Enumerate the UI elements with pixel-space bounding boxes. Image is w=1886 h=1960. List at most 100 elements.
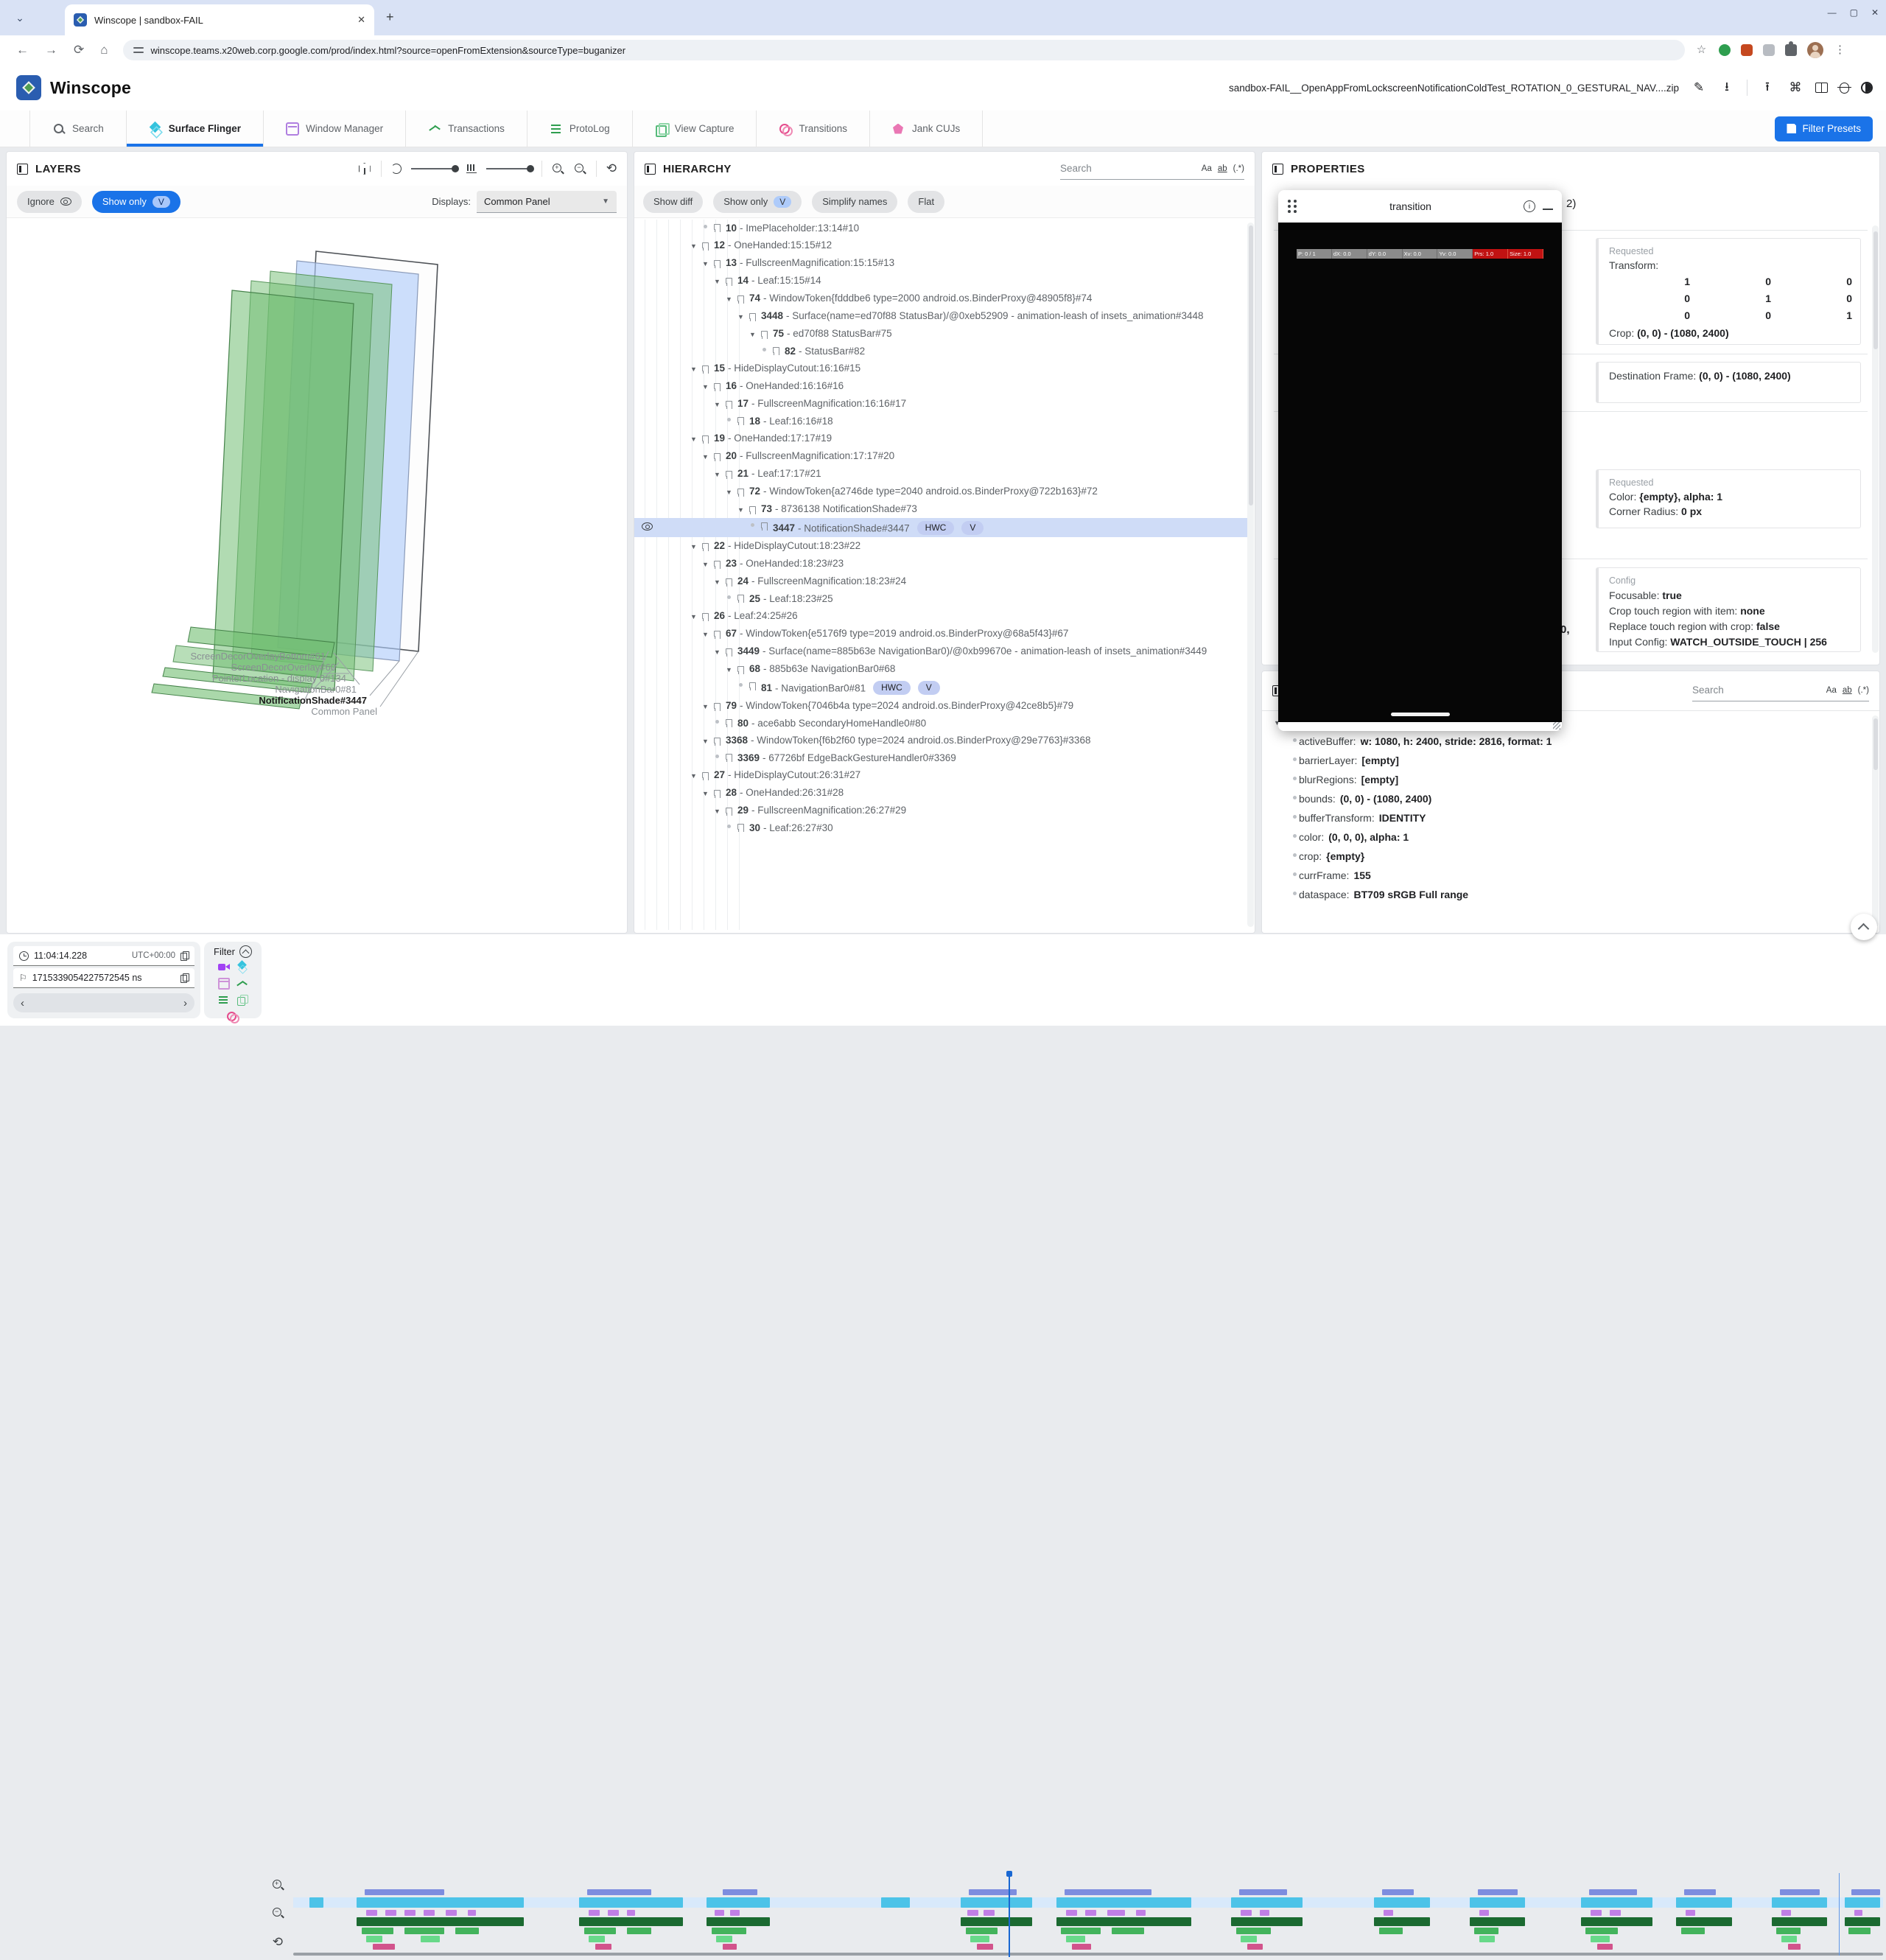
extension-icon-gray[interactable] [1763,44,1775,56]
trace-segment[interactable] [1585,1928,1617,1934]
track-sf-band[interactable] [293,1897,1883,1908]
tab-jank-cujs[interactable]: Jank CUJs [870,111,983,147]
property-row-crop[interactable]: crop:{empty} [1262,847,1879,866]
trace-segment[interactable] [984,1910,995,1916]
match-word-icon[interactable]: ab [1843,686,1852,695]
simplify-names-chip[interactable]: Simplify names [812,191,897,213]
trace-segment[interactable] [1382,1889,1414,1895]
trace-segment[interactable] [1470,1897,1526,1908]
hierarchy-node-72[interactable]: ▼72- WindowToken{a2746de type=2040 andro… [634,483,1247,500]
extension-icon-green[interactable] [1719,44,1731,56]
info-icon[interactable]: i [1524,200,1535,212]
track-purple[interactable] [293,1910,1883,1916]
track-slate[interactable] [293,1889,1883,1895]
hierarchy-node-3368[interactable]: ▼3368- WindowToken{f6b2f60 type=2024 and… [634,732,1247,749]
trace-segment[interactable] [1112,1928,1143,1934]
trace-segment[interactable] [362,1928,393,1934]
expand-arrow-icon[interactable]: ▼ [702,258,709,270]
timeline-range-end-marker[interactable] [1839,1873,1840,1956]
drag-handle-icon[interactable] [1287,199,1297,214]
trace-segment[interactable] [1066,1936,1085,1942]
trace-segment[interactable] [404,1910,416,1916]
trace-segment[interactable] [1479,1910,1489,1916]
property-row-activeBuffer[interactable]: activeBuffer:w: 1080, h: 2400, stride: 2… [1262,732,1879,751]
pin-icon[interactable] [761,522,768,531]
dark-mode-icon[interactable] [1861,82,1873,94]
visibility-eye-icon[interactable] [642,522,653,531]
trace-segment[interactable] [627,1928,651,1934]
pin-icon[interactable] [726,578,732,587]
trace-segment[interactable] [1374,1897,1430,1908]
trace-segment[interactable] [579,1897,682,1908]
expand-arrow-icon[interactable]: ▼ [737,504,745,516]
pin-icon[interactable] [737,489,744,497]
extensions-puzzle-icon[interactable] [1785,44,1797,56]
trace-segment[interactable] [961,1917,1032,1926]
trace-segment[interactable] [1781,1910,1791,1916]
trace-segment[interactable] [1478,1889,1518,1895]
hierarchy-node-19[interactable]: ▼19- OneHanded:17:17#19 [634,430,1247,447]
hierarchy-node-13[interactable]: ▼13- FullscreenMagnification:15:15#13 [634,254,1247,272]
track-pink[interactable] [293,1944,1883,1950]
surface-flinger-trace-icon[interactable] [236,962,248,973]
trace-segment[interactable] [309,1897,323,1908]
hierarchy-node-21[interactable]: ▼21- Leaf:17:17#21 [634,465,1247,483]
hierarchy-node-67[interactable]: ▼67- WindowToken{e5176f9 type=2019 andro… [634,625,1247,643]
trace-segment[interactable] [1854,1910,1862,1916]
hierarchy-node-14[interactable]: ▼14- Leaf:15:15#14 [634,272,1247,290]
pin-icon[interactable] [702,613,709,621]
hierarchy-node-16[interactable]: ▼16- OneHanded:16:16#16 [634,377,1247,395]
trace-segment[interactable] [716,1936,732,1942]
pin-icon[interactable] [702,435,709,444]
documentation-icon[interactable] [1815,83,1828,93]
expand-arrow-icon[interactable]: ▼ [690,363,698,375]
trace-segment[interactable] [627,1910,635,1916]
trace-segment[interactable] [424,1910,435,1916]
upload-icon[interactable]: ⭱︎ [1759,77,1775,99]
trace-segment[interactable] [1107,1910,1125,1916]
trace-segment[interactable] [1056,1917,1191,1926]
trace-segment[interactable] [1684,1889,1716,1895]
scroll-right-icon[interactable]: › [183,997,187,1009]
collapse-filter-icon[interactable] [239,945,252,958]
expand-arrow-icon[interactable]: ▼ [690,541,698,553]
trace-segment[interactable] [1845,1917,1879,1926]
trace-segment[interactable] [446,1910,457,1916]
trace-segment[interactable] [1374,1917,1430,1926]
hierarchy-node-26[interactable]: ▼26- Leaf:24:25#26 [634,607,1247,625]
trace-segment[interactable] [715,1910,724,1916]
extension-icon-red[interactable] [1741,44,1753,56]
trace-segment[interactable] [373,1944,395,1950]
pin-icon[interactable] [749,506,756,514]
url-bar[interactable]: winscope.teams.x20web.corp.google.com/pr… [123,40,1685,60]
trace-segment[interactable] [468,1910,476,1916]
trace-segment[interactable] [1231,1917,1303,1926]
maximize-icon[interactable]: ▢ [1850,7,1858,18]
pin-icon[interactable] [737,417,744,425]
trace-segment[interactable] [1676,1897,1732,1908]
expand-arrow-icon[interactable]: ▼ [726,486,733,498]
window-manager-trace-icon[interactable] [218,978,230,990]
trace-segment[interactable] [1239,1889,1287,1895]
pin-icon[interactable] [702,543,709,551]
shortcuts-icon[interactable]: ⌘ [1787,80,1803,95]
forward-button[interactable]: → [45,43,57,57]
trace-segment[interactable] [589,1910,600,1916]
trace-segment[interactable] [1788,1944,1801,1950]
hierarchy-node-24[interactable]: ▼24- FullscreenMagnification:18:23#24 [634,573,1247,590]
hierarchy-node-10[interactable]: 10- ImePlaceholder:13:14#10 [634,220,1247,237]
match-case-icon[interactable]: Aa [1826,686,1837,695]
hierarchy-node-27[interactable]: ▼27- HideDisplayCutout:26:31#27 [634,766,1247,784]
trace-segment[interactable] [357,1917,524,1926]
pin-icon[interactable] [761,331,768,339]
expand-arrow-icon[interactable]: ▼ [714,576,721,588]
trace-segment[interactable] [1085,1910,1096,1916]
browser-menu-icon[interactable]: ⋮ [1834,43,1847,57]
hierarchy-node-29[interactable]: ▼29- FullscreenMagnification:26:27#29 [634,802,1247,819]
property-row-bounds[interactable]: bounds:(0, 0) - (1080, 2400) [1262,789,1879,808]
trace-segment[interactable] [366,1936,382,1942]
trace-segment[interactable] [1470,1917,1526,1926]
ignore-chip[interactable]: Ignore [17,191,82,213]
trace-segment[interactable] [421,1936,440,1942]
match-word-icon[interactable]: ab [1218,164,1227,173]
